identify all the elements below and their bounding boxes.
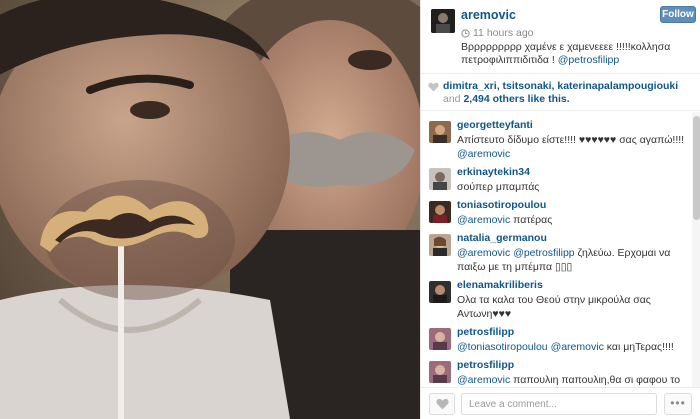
post-caption: Βρρρρρρρρρ χαμένε ε χαμενεεεε !!!!!κολλη… bbox=[461, 41, 691, 67]
comment-text: @aremovic πατέρας bbox=[457, 213, 689, 227]
commenter-avatar[interactable] bbox=[429, 361, 451, 383]
instagram-post-view: aremovic 11 hours ago Βρρρρρρρρρ χαμένε … bbox=[0, 0, 700, 419]
comment-text-part: Απίστευτο δίδυμο είστε!!!! ♥♥♥♥♥♥ σας αγ… bbox=[457, 134, 685, 146]
comment-mention[interactable]: @aremovic bbox=[457, 247, 510, 259]
comment-username[interactable]: petrosfilipp bbox=[457, 359, 514, 371]
post-side-panel: aremovic 11 hours ago Βρρρρρρρρρ χαμένε … bbox=[420, 0, 700, 419]
likes-and: and bbox=[443, 93, 464, 105]
clock-icon bbox=[461, 28, 470, 38]
comment-text-part: και μηΤερας!!!! bbox=[603, 341, 674, 353]
like-button[interactable] bbox=[429, 393, 455, 415]
comment-username[interactable]: petrosfilipp bbox=[457, 326, 514, 338]
comment-text-part: πατέρας bbox=[510, 214, 553, 226]
post-timestamp: 11 hours ago bbox=[461, 27, 534, 39]
post-footer: ••• bbox=[421, 387, 700, 419]
caption-mention[interactable]: @petrosfilipp bbox=[558, 54, 619, 66]
commenter-avatar[interactable] bbox=[429, 168, 451, 190]
comment-text-part: παπουλιη παπουλιη,θα σι φαφου το bbox=[510, 374, 681, 386]
heart-icon bbox=[428, 82, 439, 92]
commenter-avatar[interactable] bbox=[429, 328, 451, 350]
photo-illustration bbox=[0, 0, 420, 419]
commenter-avatar[interactable] bbox=[429, 234, 451, 256]
post-photo[interactable] bbox=[0, 0, 420, 419]
comment-text: Απίστευτο δίδυμο είστε!!!! ♥♥♥♥♥♥ σας αγ… bbox=[457, 133, 689, 161]
comment-text-part: Ολα τα καλα του Θεού στην μικρούλα σας Α… bbox=[457, 294, 651, 320]
commenter-avatar[interactable] bbox=[429, 121, 451, 143]
comment-mention[interactable]: @toniasotiropoulou bbox=[457, 341, 548, 353]
comment-text-part: σούπερ μπαμπάς bbox=[457, 181, 540, 193]
comment-text: @aremovic παπουλιη παπουλιη,θα σι φαφου … bbox=[457, 373, 689, 387]
more-options-button[interactable]: ••• bbox=[664, 393, 692, 415]
comment-username[interactable]: elenamakriliberis bbox=[457, 279, 543, 291]
comment-mention[interactable]: @aremovic bbox=[457, 214, 510, 226]
comment-username[interactable]: natalia_germanou bbox=[457, 232, 547, 244]
comment-mention[interactable]: @aremovic bbox=[457, 374, 510, 386]
comment-username[interactable]: georgetteyfanti bbox=[457, 119, 533, 131]
comment-mention[interactable]: @aremovic bbox=[457, 148, 510, 160]
comment-username[interactable]: erkinaytekin34 bbox=[457, 166, 530, 178]
likes-summary: dimitra_xri, tsitsonaki, katerinapalampo… bbox=[421, 75, 700, 111]
comment-username[interactable]: toniasotiropoulou bbox=[457, 199, 546, 211]
likes-others-count[interactable]: 2,494 others like this. bbox=[463, 93, 569, 105]
time-label: 11 hours ago bbox=[473, 27, 534, 39]
likers-list[interactable]: dimitra_xri, tsitsonaki, katerinapalampo… bbox=[443, 80, 678, 92]
comment-mention[interactable]: @aremovic bbox=[551, 341, 604, 353]
post-header: aremovic 11 hours ago Βρρρρρρρρρ χαμένε … bbox=[421, 0, 700, 74]
comment-text: Ολα τα καλα του Θεού στην μικρούλα σας Α… bbox=[457, 293, 689, 321]
follow-button[interactable]: Follow bbox=[660, 6, 696, 23]
comments-list[interactable]: georgetteyfanti Απίστευτο δίδυμο είστε!!… bbox=[421, 112, 693, 387]
commenter-avatar[interactable] bbox=[429, 281, 451, 303]
comment-input[interactable] bbox=[461, 393, 657, 415]
comment-text: @aremovic @petrosfilipp ζηλεύω. Ερχομαι … bbox=[457, 246, 689, 274]
heart-icon bbox=[435, 398, 449, 410]
comment-text: @toniasotiropoulou @aremovic και μηΤερας… bbox=[457, 340, 689, 354]
owner-avatar[interactable] bbox=[431, 9, 455, 33]
scrollbar-thumb[interactable] bbox=[693, 116, 700, 220]
comment-text: σούπερ μπαμπάς bbox=[457, 180, 689, 194]
comments-scrollbar[interactable] bbox=[692, 112, 700, 387]
comment-mention[interactable]: @petrosfilipp bbox=[513, 247, 574, 259]
owner-username[interactable]: aremovic bbox=[461, 8, 516, 22]
commenter-avatar[interactable] bbox=[429, 201, 451, 223]
